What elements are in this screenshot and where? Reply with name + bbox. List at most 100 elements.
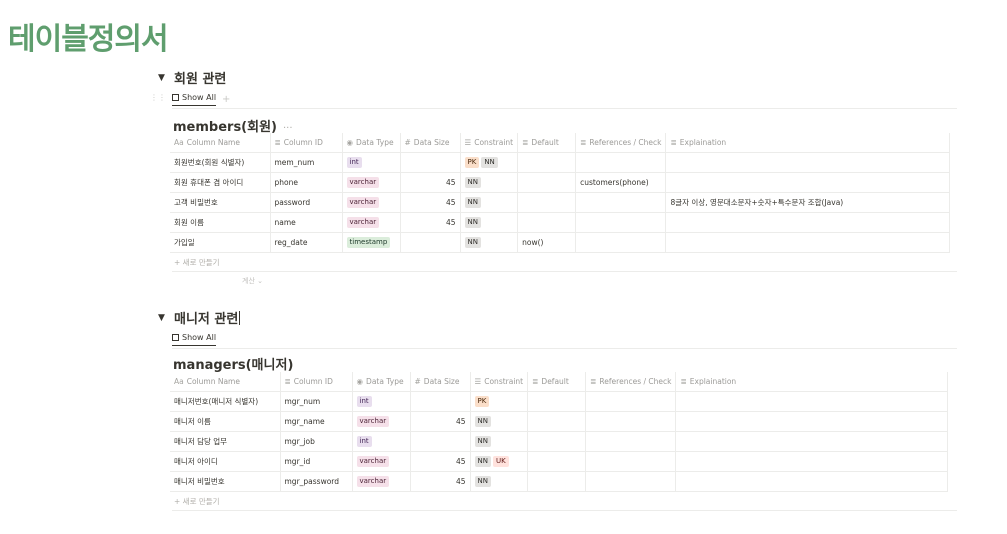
cell-constraints[interactable]: PK [469, 391, 529, 412]
table-row[interactable]: 고객 비밀번호 password varchar 45 NN 8글자 이상, 영문대소문자… [170, 192, 951, 213]
table-row[interactable]: 회원 이름 name varchar 45 NN [170, 212, 951, 233]
cell-refs[interactable] [575, 152, 667, 173]
cell-default[interactable] [517, 192, 577, 213]
cell-constraints[interactable]: NN [459, 172, 519, 193]
toggle-arrow-icon[interactable]: ▼ [158, 313, 166, 323]
cell-type[interactable]: int [341, 152, 401, 173]
column-header[interactable]: ≣ Column ID [269, 133, 343, 153]
cell-default[interactable]: now() [517, 232, 577, 253]
cell-id[interactable]: password [269, 192, 343, 213]
calculate-button[interactable]: 계산 ⌄ [242, 276, 263, 286]
toggle-members[interactable]: ▼ 회원 관련 [158, 68, 226, 87]
table-row[interactable]: 매니저 담당 업무 mgr_job int NN [170, 431, 949, 452]
cell-explain[interactable] [665, 152, 951, 173]
column-header[interactable]: ◉ Data Type [351, 372, 411, 392]
cell-name[interactable]: 매니저 아이디 [170, 451, 281, 472]
cell-id[interactable]: name [269, 212, 343, 233]
column-header[interactable]: Aa Column Name [170, 372, 281, 392]
column-header[interactable]: ☰ Constraint [459, 133, 519, 153]
column-header[interactable]: ≣ Default [517, 133, 577, 153]
cell-default[interactable] [527, 471, 587, 492]
cell-constraints[interactable]: PK NN [459, 152, 519, 173]
drag-handle-icon[interactable]: ⋮⋮ [150, 93, 166, 102]
cell-default[interactable] [527, 451, 587, 472]
cell-explain[interactable] [675, 411, 949, 432]
cell-type[interactable]: timestamp [341, 232, 401, 253]
cell-type[interactable]: int [351, 431, 411, 452]
cell-size[interactable] [409, 431, 471, 452]
cell-constraints[interactable]: NN UK [469, 451, 529, 472]
cell-type[interactable]: varchar [341, 192, 401, 213]
toggle-arrow-icon[interactable]: ▼ [158, 73, 166, 83]
cell-id[interactable]: reg_date [269, 232, 343, 253]
cell-constraints[interactable]: NN [469, 471, 529, 492]
cell-id[interactable]: mem_num [269, 152, 343, 173]
cell-constraints[interactable]: NN [469, 411, 529, 432]
cell-size[interactable] [399, 232, 461, 253]
cell-size[interactable]: 45 [399, 192, 461, 213]
cell-constraints[interactable]: NN [459, 212, 519, 233]
cell-name[interactable]: 매니저 비밀번호 [170, 471, 281, 492]
cell-id[interactable]: mgr_password [279, 471, 353, 492]
cell-constraints[interactable]: NN [459, 232, 519, 253]
cell-size[interactable]: 45 [399, 212, 461, 233]
cell-type[interactable]: varchar [351, 451, 411, 472]
column-header[interactable]: # Data Size [409, 372, 471, 392]
cell-id[interactable]: mgr_id [279, 451, 353, 472]
new-row-button[interactable]: + 새로 만들기 [174, 257, 220, 268]
cell-refs[interactable] [585, 451, 677, 472]
cell-explain[interactable] [675, 391, 949, 412]
cell-id[interactable]: mgr_num [279, 391, 353, 412]
cell-refs[interactable]: customers(phone) [575, 172, 667, 193]
tab-show-all[interactable]: Show All [172, 333, 217, 346]
cell-default[interactable] [517, 172, 577, 193]
cell-refs[interactable] [585, 391, 677, 412]
cell-explain[interactable] [665, 172, 951, 193]
cell-explain[interactable] [675, 451, 949, 472]
new-row-button[interactable]: + 새로 만들기 [174, 496, 220, 507]
cell-refs[interactable] [585, 411, 677, 432]
cell-size[interactable] [399, 152, 461, 173]
cell-name[interactable]: 고객 비밀번호 [170, 192, 271, 213]
cell-default[interactable] [527, 391, 587, 412]
column-header[interactable]: ≣ References / Check [575, 133, 667, 153]
cell-name[interactable]: 매니저 이름 [170, 411, 281, 432]
cell-name[interactable]: 회원번호(회원 식별자) [170, 152, 271, 173]
cell-refs[interactable] [575, 232, 667, 253]
cell-refs[interactable] [585, 471, 677, 492]
cell-name[interactable]: 가입일 [170, 232, 271, 253]
cell-default[interactable] [517, 212, 577, 233]
column-header[interactable]: Aa Column Name [170, 133, 271, 153]
cell-type[interactable]: varchar [341, 212, 401, 233]
table-row[interactable]: 회원번호(회원 식별자) mem_num int PK NN [170, 152, 951, 173]
cell-default[interactable] [527, 411, 587, 432]
cell-name[interactable]: 매니저 담당 업무 [170, 431, 281, 452]
cell-type[interactable]: int [351, 391, 411, 412]
cell-explain[interactable] [675, 431, 949, 452]
cell-id[interactable]: phone [269, 172, 343, 193]
cell-size[interactable]: 45 [409, 471, 471, 492]
column-header[interactable]: ◉ Data Type [341, 133, 401, 153]
cell-id[interactable]: mgr_name [279, 411, 353, 432]
cell-constraints[interactable]: NN [469, 431, 529, 452]
table-row[interactable]: 매니저번호(매니저 식별자) mgr_num int PK [170, 391, 949, 412]
cell-type[interactable]: varchar [341, 172, 401, 193]
column-header[interactable]: ≣ Explaination [665, 133, 951, 153]
cell-size[interactable]: 45 [409, 451, 471, 472]
cell-refs[interactable] [585, 431, 677, 452]
column-header[interactable]: ≣ References / Check [585, 372, 677, 392]
database-title[interactable]: managers(매니저) [173, 354, 293, 373]
cell-name[interactable]: 매니저번호(매니저 식별자) [170, 391, 281, 412]
column-header[interactable]: ≣ Explaination [675, 372, 949, 392]
tab-show-all[interactable]: Show All [172, 93, 217, 106]
cell-explain[interactable] [665, 232, 951, 253]
cell-size[interactable]: 45 [399, 172, 461, 193]
cell-explain[interactable] [665, 212, 951, 233]
column-header[interactable]: ≣ Default [527, 372, 587, 392]
cell-id[interactable]: mgr_job [279, 431, 353, 452]
table-row[interactable]: 매니저 이름 mgr_name varchar 45 NN [170, 411, 949, 432]
cell-name[interactable]: 회원 이름 [170, 212, 271, 233]
table-row[interactable]: 매니저 비밀번호 mgr_password varchar 45 NN [170, 471, 949, 492]
column-header[interactable]: # Data Size [399, 133, 461, 153]
table-row[interactable]: 회원 휴대폰 겸 아이디 phone varchar 45 NN customers(ph… [170, 172, 951, 193]
